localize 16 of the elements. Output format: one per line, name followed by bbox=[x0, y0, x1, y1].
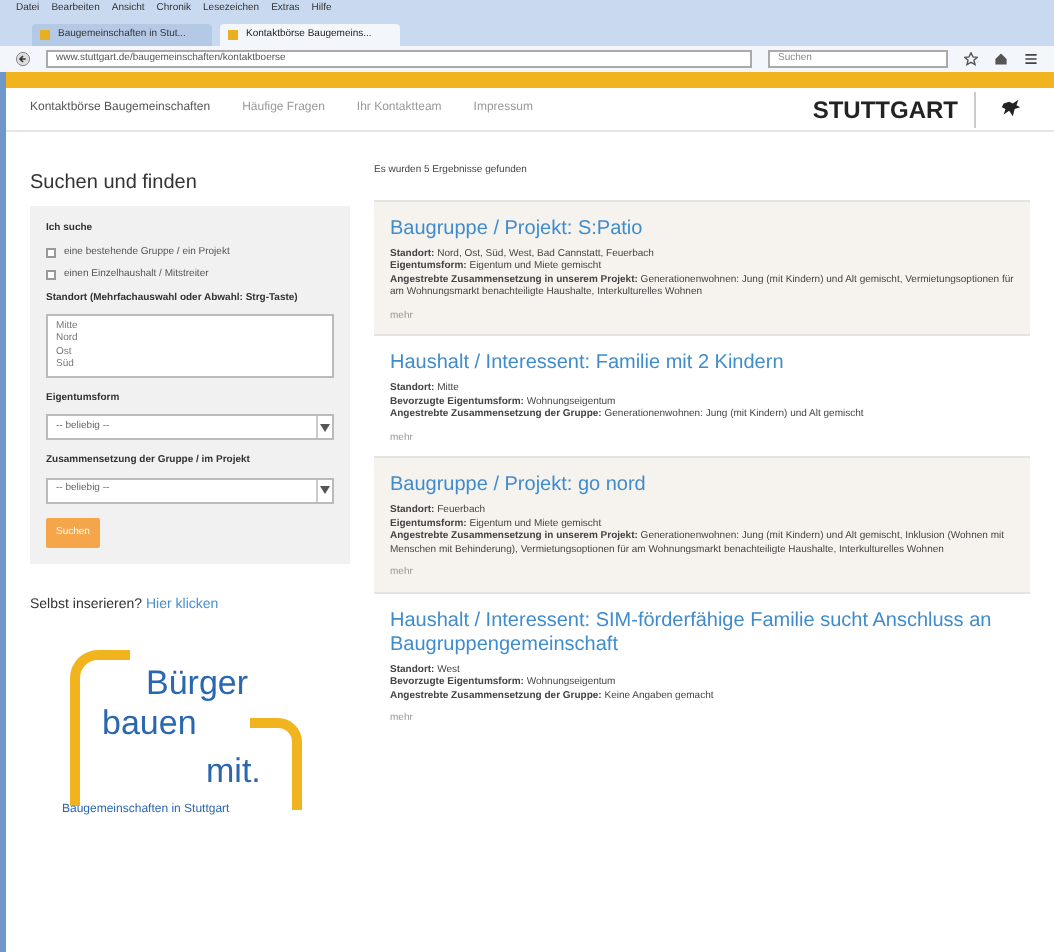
tab-favicon-icon bbox=[228, 30, 238, 40]
checkbox[interactable] bbox=[46, 270, 56, 281]
back-arrow-icon[interactable] bbox=[16, 52, 30, 66]
home-icon[interactable] bbox=[994, 52, 1008, 66]
tab-favicon-icon bbox=[40, 30, 50, 40]
stuttgart-logo: STUTTGART bbox=[812, 91, 976, 127]
result-title[interactable]: Haushalt / Interessent: SIM-förderfähige Familie sucht Anschluss an Baugruppengemeinschaft bbox=[390, 609, 1014, 657]
star-icon[interactable] bbox=[964, 52, 978, 66]
menu-icon[interactable] bbox=[1024, 52, 1038, 66]
sidebar-title: Suchen und finden bbox=[30, 170, 199, 198]
dropdown-arrow-icon bbox=[316, 416, 332, 438]
checkbox[interactable] bbox=[46, 247, 56, 258]
result-title[interactable]: Baugruppe / Projekt: go nord bbox=[390, 474, 1014, 498]
dropdown-arrow-icon bbox=[316, 479, 332, 501]
result-title[interactable]: Haushalt / Interessent: Familie mit 2 Kindern bbox=[390, 352, 1014, 376]
result-title[interactable]: Baugruppe / Projekt: S:Patio bbox=[390, 217, 1014, 241]
